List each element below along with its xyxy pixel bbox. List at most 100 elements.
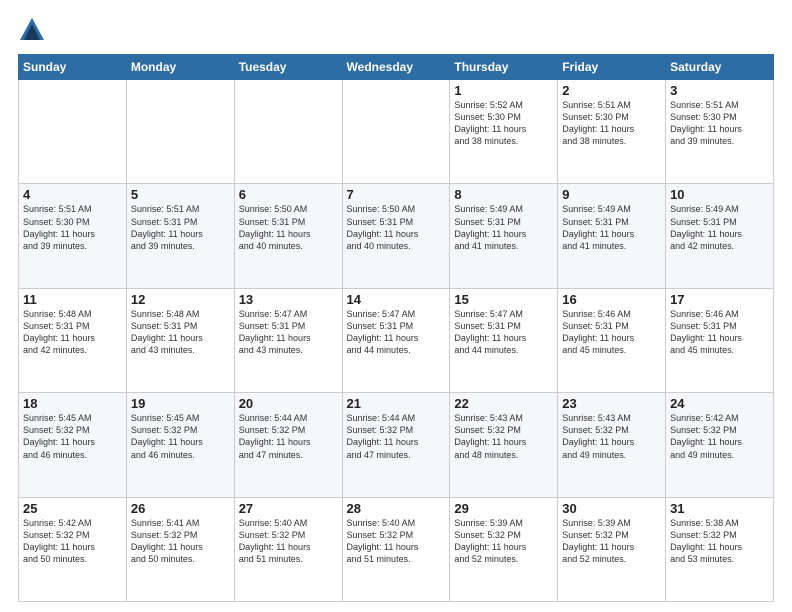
day-cell-2: 2Sunrise: 5:51 AM Sunset: 5:30 PM Daylig… bbox=[558, 80, 666, 184]
day-info: Sunrise: 5:40 AM Sunset: 5:32 PM Dayligh… bbox=[347, 517, 446, 566]
day-cell-7: 7Sunrise: 5:50 AM Sunset: 5:31 PM Daylig… bbox=[342, 184, 450, 288]
day-cell-11: 11Sunrise: 5:48 AM Sunset: 5:31 PM Dayli… bbox=[19, 288, 127, 392]
day-info: Sunrise: 5:51 AM Sunset: 5:30 PM Dayligh… bbox=[23, 203, 122, 252]
day-number: 31 bbox=[670, 501, 769, 516]
day-number: 13 bbox=[239, 292, 338, 307]
day-info: Sunrise: 5:50 AM Sunset: 5:31 PM Dayligh… bbox=[239, 203, 338, 252]
day-number: 22 bbox=[454, 396, 553, 411]
day-number: 21 bbox=[347, 396, 446, 411]
day-cell-29: 29Sunrise: 5:39 AM Sunset: 5:32 PM Dayli… bbox=[450, 497, 558, 601]
day-info: Sunrise: 5:47 AM Sunset: 5:31 PM Dayligh… bbox=[347, 308, 446, 357]
day-info: Sunrise: 5:40 AM Sunset: 5:32 PM Dayligh… bbox=[239, 517, 338, 566]
day-info: Sunrise: 5:45 AM Sunset: 5:32 PM Dayligh… bbox=[23, 412, 122, 461]
page: SundayMondayTuesdayWednesdayThursdayFrid… bbox=[0, 0, 792, 612]
day-number: 17 bbox=[670, 292, 769, 307]
day-number: 14 bbox=[347, 292, 446, 307]
empty-cell bbox=[234, 80, 342, 184]
day-info: Sunrise: 5:39 AM Sunset: 5:32 PM Dayligh… bbox=[562, 517, 661, 566]
day-cell-9: 9Sunrise: 5:49 AM Sunset: 5:31 PM Daylig… bbox=[558, 184, 666, 288]
day-number: 8 bbox=[454, 187, 553, 202]
day-number: 29 bbox=[454, 501, 553, 516]
day-number: 7 bbox=[347, 187, 446, 202]
day-number: 11 bbox=[23, 292, 122, 307]
day-number: 12 bbox=[131, 292, 230, 307]
day-cell-28: 28Sunrise: 5:40 AM Sunset: 5:32 PM Dayli… bbox=[342, 497, 450, 601]
day-number: 2 bbox=[562, 83, 661, 98]
day-info: Sunrise: 5:51 AM Sunset: 5:31 PM Dayligh… bbox=[131, 203, 230, 252]
day-info: Sunrise: 5:46 AM Sunset: 5:31 PM Dayligh… bbox=[562, 308, 661, 357]
day-header-tuesday: Tuesday bbox=[234, 55, 342, 80]
day-cell-1: 1Sunrise: 5:52 AM Sunset: 5:30 PM Daylig… bbox=[450, 80, 558, 184]
day-cell-19: 19Sunrise: 5:45 AM Sunset: 5:32 PM Dayli… bbox=[126, 393, 234, 497]
day-number: 18 bbox=[23, 396, 122, 411]
day-header-friday: Friday bbox=[558, 55, 666, 80]
day-number: 23 bbox=[562, 396, 661, 411]
day-info: Sunrise: 5:49 AM Sunset: 5:31 PM Dayligh… bbox=[454, 203, 553, 252]
day-cell-16: 16Sunrise: 5:46 AM Sunset: 5:31 PM Dayli… bbox=[558, 288, 666, 392]
day-number: 27 bbox=[239, 501, 338, 516]
day-cell-17: 17Sunrise: 5:46 AM Sunset: 5:31 PM Dayli… bbox=[666, 288, 774, 392]
day-info: Sunrise: 5:48 AM Sunset: 5:31 PM Dayligh… bbox=[23, 308, 122, 357]
day-info: Sunrise: 5:44 AM Sunset: 5:32 PM Dayligh… bbox=[347, 412, 446, 461]
day-cell-4: 4Sunrise: 5:51 AM Sunset: 5:30 PM Daylig… bbox=[19, 184, 127, 288]
day-number: 4 bbox=[23, 187, 122, 202]
calendar-table: SundayMondayTuesdayWednesdayThursdayFrid… bbox=[18, 54, 774, 602]
day-cell-26: 26Sunrise: 5:41 AM Sunset: 5:32 PM Dayli… bbox=[126, 497, 234, 601]
day-info: Sunrise: 5:48 AM Sunset: 5:31 PM Dayligh… bbox=[131, 308, 230, 357]
day-info: Sunrise: 5:47 AM Sunset: 5:31 PM Dayligh… bbox=[239, 308, 338, 357]
day-header-sunday: Sunday bbox=[19, 55, 127, 80]
week-row-5: 25Sunrise: 5:42 AM Sunset: 5:32 PM Dayli… bbox=[19, 497, 774, 601]
day-info: Sunrise: 5:46 AM Sunset: 5:31 PM Dayligh… bbox=[670, 308, 769, 357]
day-header-thursday: Thursday bbox=[450, 55, 558, 80]
day-number: 3 bbox=[670, 83, 769, 98]
day-cell-3: 3Sunrise: 5:51 AM Sunset: 5:30 PM Daylig… bbox=[666, 80, 774, 184]
week-row-1: 1Sunrise: 5:52 AM Sunset: 5:30 PM Daylig… bbox=[19, 80, 774, 184]
day-number: 16 bbox=[562, 292, 661, 307]
logo-icon bbox=[18, 16, 46, 44]
day-info: Sunrise: 5:49 AM Sunset: 5:31 PM Dayligh… bbox=[562, 203, 661, 252]
day-cell-27: 27Sunrise: 5:40 AM Sunset: 5:32 PM Dayli… bbox=[234, 497, 342, 601]
day-info: Sunrise: 5:42 AM Sunset: 5:32 PM Dayligh… bbox=[670, 412, 769, 461]
day-cell-21: 21Sunrise: 5:44 AM Sunset: 5:32 PM Dayli… bbox=[342, 393, 450, 497]
day-cell-12: 12Sunrise: 5:48 AM Sunset: 5:31 PM Dayli… bbox=[126, 288, 234, 392]
day-cell-15: 15Sunrise: 5:47 AM Sunset: 5:31 PM Dayli… bbox=[450, 288, 558, 392]
day-number: 28 bbox=[347, 501, 446, 516]
day-info: Sunrise: 5:38 AM Sunset: 5:32 PM Dayligh… bbox=[670, 517, 769, 566]
day-number: 9 bbox=[562, 187, 661, 202]
day-info: Sunrise: 5:45 AM Sunset: 5:32 PM Dayligh… bbox=[131, 412, 230, 461]
empty-cell bbox=[19, 80, 127, 184]
empty-cell bbox=[126, 80, 234, 184]
day-cell-22: 22Sunrise: 5:43 AM Sunset: 5:32 PM Dayli… bbox=[450, 393, 558, 497]
week-row-2: 4Sunrise: 5:51 AM Sunset: 5:30 PM Daylig… bbox=[19, 184, 774, 288]
day-info: Sunrise: 5:50 AM Sunset: 5:31 PM Dayligh… bbox=[347, 203, 446, 252]
day-number: 5 bbox=[131, 187, 230, 202]
day-cell-20: 20Sunrise: 5:44 AM Sunset: 5:32 PM Dayli… bbox=[234, 393, 342, 497]
day-info: Sunrise: 5:42 AM Sunset: 5:32 PM Dayligh… bbox=[23, 517, 122, 566]
header bbox=[18, 16, 774, 44]
day-cell-5: 5Sunrise: 5:51 AM Sunset: 5:31 PM Daylig… bbox=[126, 184, 234, 288]
empty-cell bbox=[342, 80, 450, 184]
day-cell-30: 30Sunrise: 5:39 AM Sunset: 5:32 PM Dayli… bbox=[558, 497, 666, 601]
day-cell-24: 24Sunrise: 5:42 AM Sunset: 5:32 PM Dayli… bbox=[666, 393, 774, 497]
day-info: Sunrise: 5:47 AM Sunset: 5:31 PM Dayligh… bbox=[454, 308, 553, 357]
day-info: Sunrise: 5:44 AM Sunset: 5:32 PM Dayligh… bbox=[239, 412, 338, 461]
day-info: Sunrise: 5:41 AM Sunset: 5:32 PM Dayligh… bbox=[131, 517, 230, 566]
day-cell-14: 14Sunrise: 5:47 AM Sunset: 5:31 PM Dayli… bbox=[342, 288, 450, 392]
day-cell-18: 18Sunrise: 5:45 AM Sunset: 5:32 PM Dayli… bbox=[19, 393, 127, 497]
day-cell-31: 31Sunrise: 5:38 AM Sunset: 5:32 PM Dayli… bbox=[666, 497, 774, 601]
week-row-3: 11Sunrise: 5:48 AM Sunset: 5:31 PM Dayli… bbox=[19, 288, 774, 392]
day-info: Sunrise: 5:39 AM Sunset: 5:32 PM Dayligh… bbox=[454, 517, 553, 566]
header-row: SundayMondayTuesdayWednesdayThursdayFrid… bbox=[19, 55, 774, 80]
day-number: 30 bbox=[562, 501, 661, 516]
day-header-monday: Monday bbox=[126, 55, 234, 80]
day-cell-6: 6Sunrise: 5:50 AM Sunset: 5:31 PM Daylig… bbox=[234, 184, 342, 288]
day-cell-13: 13Sunrise: 5:47 AM Sunset: 5:31 PM Dayli… bbox=[234, 288, 342, 392]
day-number: 15 bbox=[454, 292, 553, 307]
day-number: 6 bbox=[239, 187, 338, 202]
day-info: Sunrise: 5:51 AM Sunset: 5:30 PM Dayligh… bbox=[670, 99, 769, 148]
day-info: Sunrise: 5:43 AM Sunset: 5:32 PM Dayligh… bbox=[454, 412, 553, 461]
day-number: 25 bbox=[23, 501, 122, 516]
day-header-saturday: Saturday bbox=[666, 55, 774, 80]
day-cell-23: 23Sunrise: 5:43 AM Sunset: 5:32 PM Dayli… bbox=[558, 393, 666, 497]
day-number: 26 bbox=[131, 501, 230, 516]
